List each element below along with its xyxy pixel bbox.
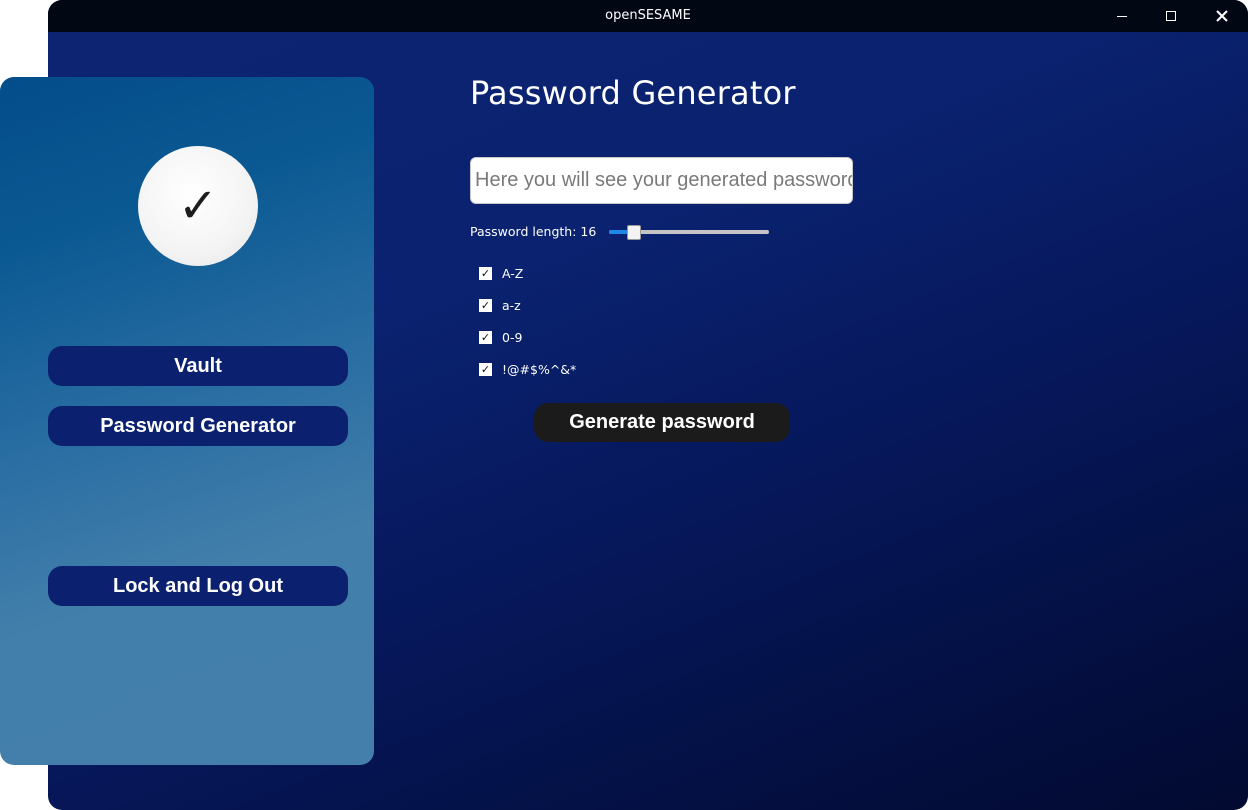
avatar: ✓ — [138, 146, 258, 266]
uppercase-checkbox[interactable]: ✓ — [479, 266, 492, 280]
slider-thumb[interactable] — [627, 225, 641, 240]
title-bar: openSESAME — [48, 0, 1248, 32]
minimize-icon — [1117, 16, 1127, 17]
maximize-icon — [1166, 11, 1176, 21]
checkmark-icon: ✓ — [177, 178, 219, 234]
lock-and-logout-button[interactable]: Lock and Log Out — [48, 566, 348, 606]
option-symbols[interactable]: ✓ !@#$%^&* — [479, 361, 576, 377]
option-digits[interactable]: ✓ 0-9 — [479, 329, 522, 345]
minimize-button[interactable] — [1098, 0, 1146, 32]
option-label: 0-9 — [502, 329, 523, 345]
option-label: a-z — [502, 297, 521, 313]
page-title: Password Generator — [470, 74, 796, 112]
option-label: A-Z — [502, 265, 524, 281]
option-label: !@#$%^&* — [502, 361, 577, 377]
digits-checkbox[interactable]: ✓ — [479, 330, 492, 344]
password-length-slider[interactable] — [609, 224, 769, 240]
vault-button[interactable]: Vault — [48, 346, 348, 386]
window-title: openSESAME — [605, 8, 691, 23]
close-button[interactable] — [1198, 0, 1246, 32]
option-lowercase[interactable]: ✓ a-z — [479, 297, 521, 313]
password-generator-button[interactable]: Password Generator — [48, 406, 348, 446]
symbols-checkbox[interactable]: ✓ — [479, 362, 492, 376]
close-icon — [1216, 10, 1228, 22]
generate-password-button[interactable]: Generate password — [534, 403, 790, 442]
option-uppercase[interactable]: ✓ A-Z — [479, 265, 523, 281]
maximize-button[interactable] — [1147, 0, 1195, 32]
lowercase-checkbox[interactable]: ✓ — [479, 298, 492, 312]
sidebar: ✓ Vault Password Generator Lock and Log … — [0, 77, 374, 765]
generated-password-field[interactable] — [470, 157, 853, 204]
password-length-label: Password length: 16 — [470, 224, 597, 239]
